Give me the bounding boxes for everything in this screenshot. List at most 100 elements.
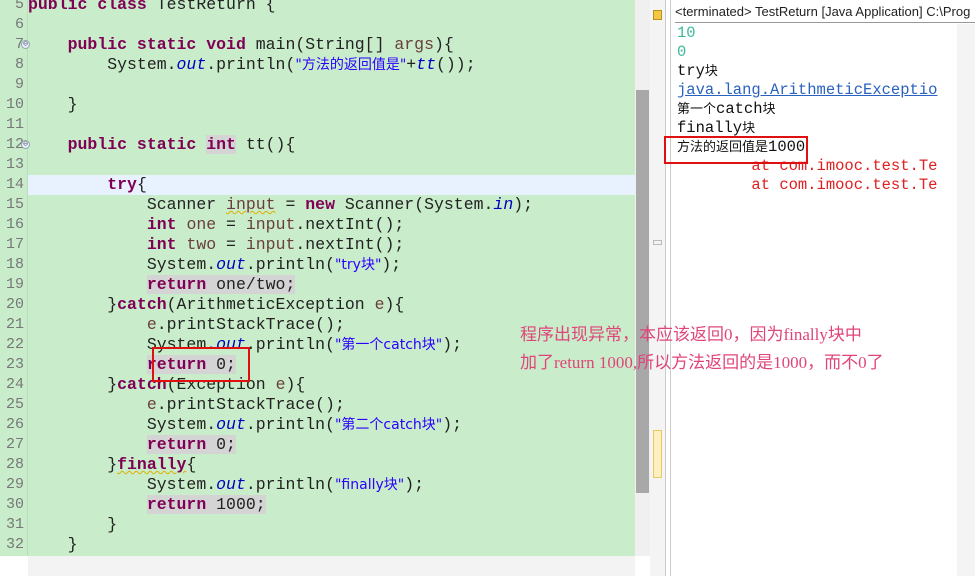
- line-number: 14: [5, 176, 24, 193]
- console-header: <terminated> TestReturn [Java Applicatio…: [675, 4, 975, 23]
- code-token: System.: [28, 475, 217, 494]
- overview-ruler[interactable]: [650, 0, 666, 576]
- code-token: );: [381, 255, 402, 274]
- occurrence-marker-icon[interactable]: [653, 240, 662, 245]
- warning-marker-icon[interactable]: [653, 10, 662, 20]
- console-line: try块: [677, 62, 718, 80]
- code-line[interactable]: public class TestReturn {: [28, 0, 635, 15]
- code-line[interactable]: public static int tt(){: [28, 135, 635, 155]
- line-number: 5: [14, 0, 24, 13]
- line-number: 19: [5, 276, 24, 293]
- line-number: 32: [5, 536, 24, 553]
- code-line[interactable]: System.out.println("第二个catch块");: [28, 415, 635, 435]
- code-token: out: [176, 55, 207, 74]
- code-line[interactable]: }catch(ArithmeticException e){: [28, 295, 635, 315]
- code-token: out: [216, 415, 246, 434]
- code-token: "方法的返回值是": [295, 57, 407, 73]
- code-line[interactable]: int one = input.nextInt();: [28, 215, 635, 235]
- code-line[interactable]: public static void main(String[] args){: [28, 35, 635, 55]
- code-line[interactable]: [28, 75, 635, 95]
- code-line[interactable]: Scanner input = new Scanner(System.in);: [28, 195, 635, 215]
- code-token: 0;: [216, 435, 236, 454]
- code-token: (ArithmeticException: [166, 295, 375, 314]
- exception-link[interactable]: java.lang.ArithmeticExceptio: [677, 81, 937, 100]
- code-token: =: [216, 215, 246, 234]
- code-token: static: [136, 135, 207, 154]
- console-scrollbar[interactable]: [957, 24, 975, 576]
- code-token: try: [107, 175, 137, 194]
- line-number-gutter: 5 6 7 8 9 10 11 12 13 14 15 16 17 18 19 20 21 22 23 24 25 26 2…: [0, 0, 28, 556]
- code-token: .println(: [245, 255, 335, 274]
- code-line[interactable]: }: [28, 515, 635, 535]
- code-line[interactable]: [28, 155, 635, 175]
- line-number: 31: [5, 516, 24, 533]
- code-line[interactable]: }finally{: [28, 455, 635, 475]
- line-number: 18: [5, 256, 24, 273]
- code-line[interactable]: }: [28, 95, 635, 115]
- code-line[interactable]: System.out.println("finally块");: [28, 475, 635, 495]
- line-number: 22: [5, 336, 24, 353]
- code-token: TestReturn {: [156, 0, 276, 14]
- code-token: System.: [28, 255, 217, 274]
- code-token: e: [275, 375, 286, 394]
- code-token: e: [374, 295, 385, 314]
- code-token: .println(: [206, 55, 296, 74]
- code-token: class: [97, 0, 157, 14]
- code-area[interactable]: public class TestReturn { public static …: [28, 0, 635, 556]
- code-line[interactable]: System.out.println("方法的返回值是"+tt());: [28, 55, 635, 75]
- code-token: .println(: [245, 475, 335, 494]
- code-token: return: [146, 435, 217, 454]
- annotation-line-2: 加了return 1000,所以方法返回的是1000，而不0了: [520, 353, 884, 372]
- scroll-thumb[interactable]: [636, 90, 649, 493]
- code-token: Scanner(System.: [344, 195, 494, 214]
- code-token: .println(: [245, 415, 335, 434]
- console-line: 10: [677, 24, 696, 42]
- line-number: 21: [5, 316, 24, 333]
- code-token: static: [136, 35, 207, 54]
- code-token: }: [28, 375, 118, 394]
- console-line: 0: [677, 43, 687, 61]
- code-editor[interactable]: 5 6 7 8 9 10 11 12 13 14 15 16 17 18 19 20 21 22 23 24 25 26 2…: [0, 0, 668, 576]
- code-token: Scanner: [28, 195, 227, 214]
- line-number: 27: [5, 436, 24, 453]
- code-line[interactable]: e.printStackTrace();: [28, 395, 635, 415]
- code-line[interactable]: return one/two;: [28, 275, 635, 295]
- code-line[interactable]: }catch(Exception e){: [28, 375, 635, 395]
- code-line[interactable]: int two = input.nextInt();: [28, 235, 635, 255]
- line-number: 20: [5, 296, 24, 313]
- code-token: "第二个catch块": [334, 417, 443, 433]
- line-number: 6: [14, 16, 24, 33]
- code-token: out: [216, 255, 246, 274]
- code-token: finally: [117, 455, 187, 474]
- code-line[interactable]: return 1000;: [28, 495, 635, 515]
- code-token: public: [67, 35, 137, 54]
- warning-range-marker[interactable]: [653, 430, 662, 478]
- console-line: 第一个catch块: [677, 100, 776, 118]
- code-line[interactable]: [28, 115, 635, 135]
- code-token: one/two;: [216, 275, 296, 294]
- line-number: 29: [5, 476, 24, 493]
- code-line[interactable]: try{: [28, 175, 635, 195]
- code-token: 1000;: [216, 495, 266, 514]
- code-token: int: [146, 235, 187, 254]
- code-line[interactable]: return 0;: [28, 435, 635, 455]
- code-token: tt: [416, 55, 436, 74]
- code-line[interactable]: [28, 15, 635, 35]
- fold-toggle-icon[interactable]: ⊖: [21, 140, 30, 149]
- console-view[interactable]: <terminated> TestReturn [Java Applicatio…: [670, 0, 978, 576]
- vertical-scrollbar[interactable]: [635, 0, 650, 556]
- code-token: +: [406, 55, 417, 74]
- horizontal-scrollbar[interactable]: [28, 556, 635, 576]
- code-token: System.: [28, 415, 217, 434]
- code-line[interactable]: System.out.println("try块");: [28, 255, 635, 275]
- fold-toggle-icon[interactable]: ⊖: [21, 40, 30, 49]
- code-line[interactable]: }: [28, 535, 635, 555]
- highlight-box-result: [664, 136, 808, 164]
- code-token: int: [146, 215, 187, 234]
- console-line: at com.imooc.test.Te: [677, 176, 938, 194]
- code-token: ){: [384, 295, 405, 314]
